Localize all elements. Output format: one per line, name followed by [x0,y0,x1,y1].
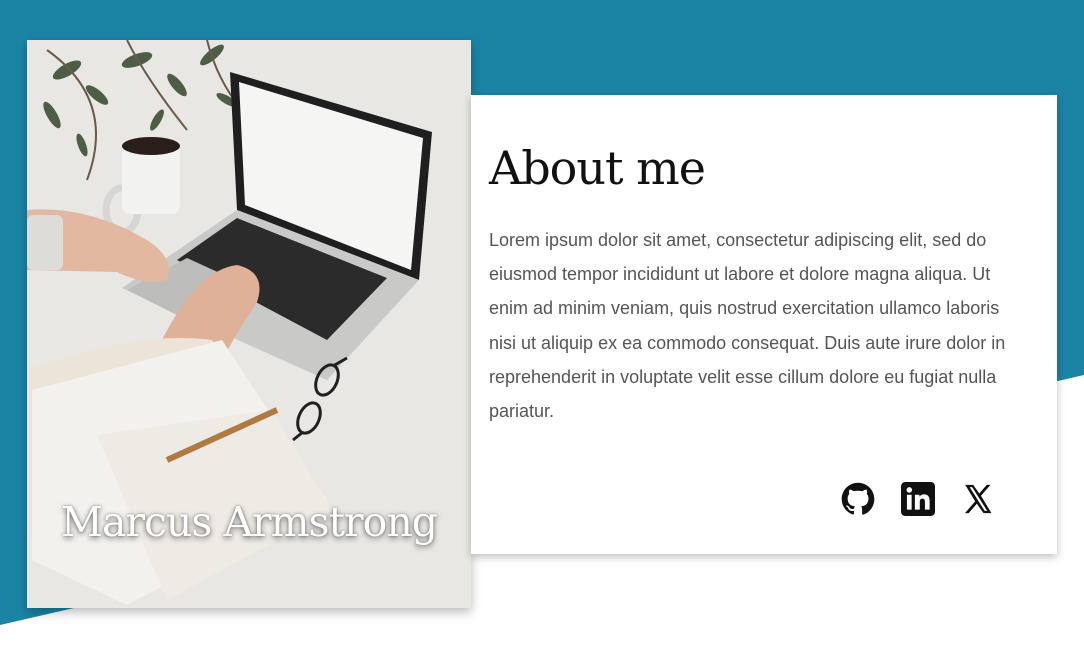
linkedin-icon [901,482,935,516]
about-body: Lorem ipsum dolor sit amet, consectetur … [489,230,1006,422]
x-link[interactable] [960,481,996,517]
x-icon [964,484,992,514]
about-card: About me Lorem ipsum dolor sit amet, con… [471,95,1057,554]
profile-photo-card: Marcus Armstrong [27,40,471,608]
github-icon [841,482,875,515]
profile-name: Marcus Armstrong [60,498,438,546]
about-title: About me [489,141,706,195]
github-link[interactable] [840,481,876,517]
social-links [840,481,996,517]
linkedin-link[interactable] [900,481,936,517]
